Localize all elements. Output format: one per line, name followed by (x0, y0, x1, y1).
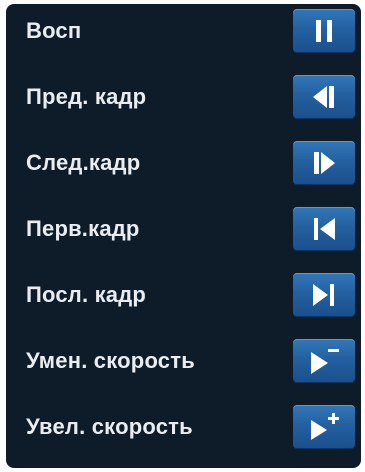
increase-speed-icon (311, 413, 339, 440)
next-frame-button[interactable] (293, 141, 355, 185)
first-frame-icon (314, 218, 335, 240)
pause-icon (316, 20, 332, 42)
next-frame-icon (314, 152, 335, 174)
row-increase-speed: Увел. скорость (6, 402, 361, 452)
next-frame-label: След.кадр (26, 150, 141, 175)
first-frame-button[interactable] (293, 207, 355, 251)
last-frame-button[interactable] (293, 273, 355, 317)
row-previous-frame: Пред. кадр (6, 72, 361, 122)
decrease-speed-icon (311, 349, 339, 374)
play-label: Восп (26, 18, 82, 43)
first-frame-label: Перв.кадр (26, 216, 140, 241)
row-decrease-speed: Умен. скорость (6, 336, 361, 386)
last-frame-label: Посл. кадр (26, 282, 147, 307)
playback-controls-panel: Восп Пред. кадр След.кадр Перв.кадр Посл… (6, 4, 361, 468)
decrease-speed-label: Умен. скорость (26, 348, 195, 373)
previous-frame-button[interactable] (293, 75, 355, 119)
last-frame-icon (313, 284, 334, 306)
row-first-frame: Перв.кадр (6, 204, 361, 254)
row-play: Восп (6, 6, 361, 56)
previous-frame-label: Пред. кадр (26, 84, 147, 109)
row-next-frame: След.кадр (6, 138, 361, 188)
play-pause-button[interactable] (293, 9, 355, 53)
increase-speed-label: Увел. скорость (26, 414, 193, 439)
row-last-frame: Посл. кадр (6, 270, 361, 320)
increase-speed-button[interactable] (293, 405, 355, 449)
decrease-speed-button[interactable] (293, 339, 355, 383)
previous-frame-icon (313, 86, 334, 108)
